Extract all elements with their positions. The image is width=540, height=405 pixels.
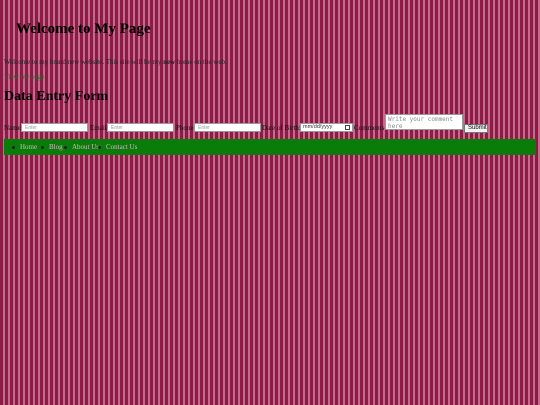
phone-input[interactable] — [194, 123, 261, 132]
comments-textarea[interactable] — [385, 114, 463, 130]
dob-input[interactable]: mm/dd/yyyy — [300, 123, 353, 132]
intro-text-start: Welcome to my brand new website. This si… — [4, 58, 164, 66]
intro-paragraph: Welcome to my brand new website. This si… — [4, 58, 227, 66]
nav-item-blog: Blog — [41, 143, 63, 151]
view-page-link[interactable]: View my page — [4, 73, 44, 81]
data-entry-form: Name: Email: Phone: Date of Birth: mm/dd… — [4, 114, 536, 134]
dob-label: Date of Birth: — [262, 124, 301, 132]
bullet-icon — [98, 145, 101, 149]
nav-link-about[interactable]: About Us — [72, 143, 99, 151]
email-input[interactable] — [107, 123, 174, 132]
nav-item-contact: Contact Us — [98, 143, 137, 151]
nav-item-about: About Us — [64, 143, 99, 151]
comments-label: Comments: — [354, 124, 387, 132]
name-input[interactable] — [21, 123, 88, 132]
form-title: Data Entry Form — [4, 89, 109, 104]
phone-label: Phone: — [176, 124, 196, 132]
intro-text-end: home on the web. — [175, 58, 227, 66]
name-label: Name: — [4, 124, 23, 132]
bullet-icon — [64, 145, 67, 149]
dob-placeholder: mm/dd/yyyy — [303, 124, 333, 130]
nav-link-home[interactable]: Home — [20, 143, 37, 151]
nav-list: Home Blog About Us Contact Us — [4, 139, 536, 155]
bullet-icon — [41, 145, 44, 149]
calendar-icon[interactable] — [345, 125, 350, 130]
email-label: Email: — [90, 124, 109, 132]
nav-item-home: Home — [12, 143, 37, 151]
main-nav: Home Blog About Us Contact Us — [4, 139, 536, 155]
intro-text-emphasis: new — [163, 58, 176, 66]
bullet-icon — [12, 145, 15, 149]
page-header: Welcome to My Page — [0, 0, 540, 38]
page-title: Welcome to My Page — [16, 21, 151, 37]
nav-link-contact[interactable]: Contact Us — [106, 143, 137, 151]
nav-link-blog[interactable]: Blog — [49, 143, 63, 151]
submit-button[interactable]: Submit — [464, 124, 488, 133]
